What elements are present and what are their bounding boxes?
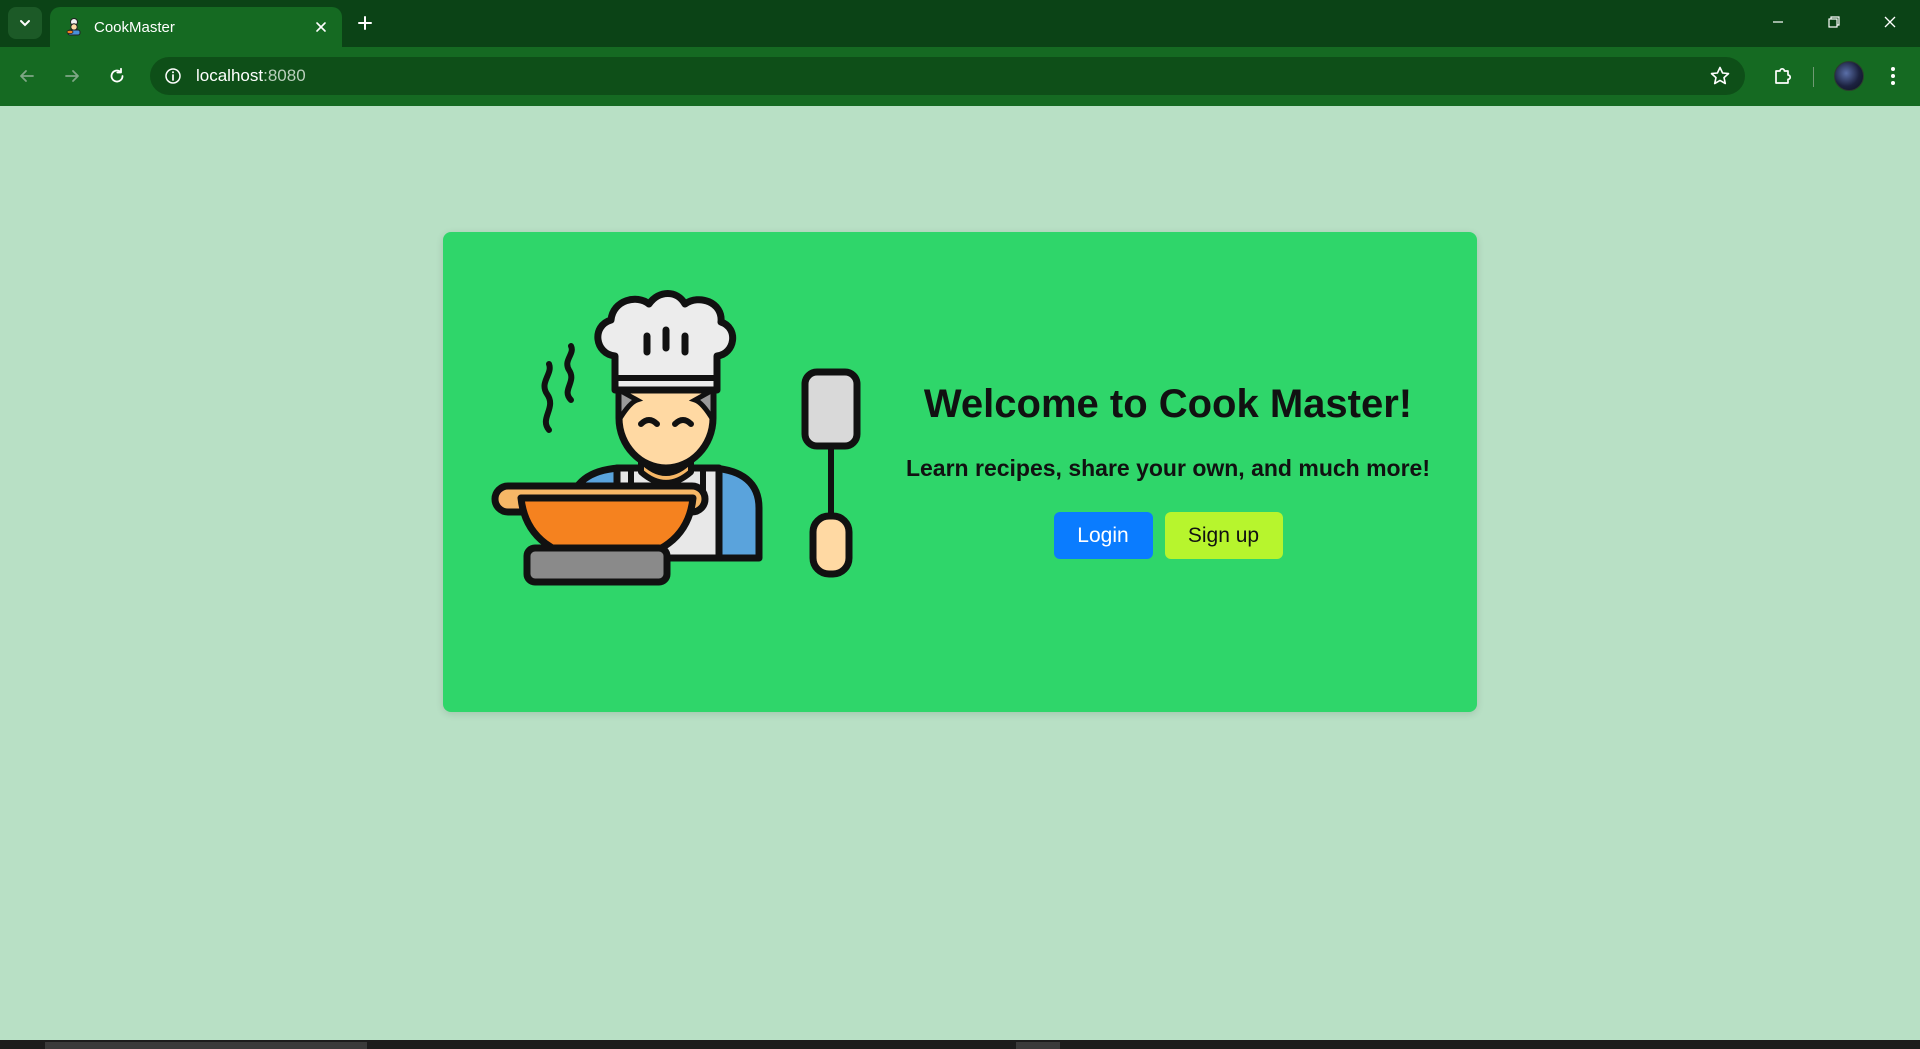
toolbar-divider bbox=[1813, 67, 1814, 87]
close-icon bbox=[1884, 16, 1896, 28]
new-tab-button[interactable] bbox=[350, 8, 380, 38]
address-bar[interactable]: localhost:8080 bbox=[150, 57, 1745, 95]
extensions-button[interactable] bbox=[1766, 59, 1800, 93]
kebab-menu-icon bbox=[1891, 67, 1895, 85]
reload-icon bbox=[110, 67, 124, 83]
forward-button[interactable] bbox=[55, 59, 89, 93]
minimize-button[interactable] bbox=[1750, 0, 1806, 44]
taskbar bbox=[0, 1040, 1920, 1049]
url-host: localhost bbox=[196, 66, 264, 85]
login-button[interactable]: Login bbox=[1053, 512, 1153, 559]
arrow-right-icon bbox=[65, 70, 79, 82]
profile-avatar[interactable] bbox=[1834, 61, 1864, 91]
browser-toolbar: localhost:8080 bbox=[0, 47, 1920, 106]
info-icon[interactable] bbox=[162, 65, 184, 87]
url-text: localhost:8080 bbox=[196, 66, 306, 86]
arrow-left-icon bbox=[20, 70, 34, 82]
browser-menu-button[interactable] bbox=[1876, 59, 1910, 93]
minimize-icon bbox=[1773, 21, 1783, 23]
hero-text-block: Welcome to Cook Master! Learn recipes, s… bbox=[883, 382, 1453, 559]
tab-title: CookMaster bbox=[94, 18, 175, 36]
page-subtitle: Learn recipes, share your own, and much … bbox=[905, 455, 1431, 481]
chef-icon bbox=[64, 17, 84, 37]
url-port: :8080 bbox=[263, 66, 306, 85]
page-title: Welcome to Cook Master! bbox=[923, 382, 1413, 426]
star-icon[interactable] bbox=[1709, 65, 1731, 87]
reload-button[interactable] bbox=[100, 59, 134, 93]
restore-button[interactable] bbox=[1806, 0, 1862, 44]
browser-tab-active[interactable]: CookMaster bbox=[50, 7, 342, 47]
auth-buttons: Login Sign up bbox=[883, 512, 1453, 559]
back-button[interactable] bbox=[10, 59, 44, 93]
close-icon bbox=[316, 22, 326, 32]
taskbar-item[interactable] bbox=[45, 1042, 367, 1049]
puzzle-icon bbox=[1775, 67, 1792, 84]
close-window-button[interactable] bbox=[1862, 0, 1918, 44]
taskbar-item[interactable] bbox=[1016, 1042, 1060, 1049]
restore-icon bbox=[1828, 16, 1840, 28]
welcome-card: Welcome to Cook Master! Learn recipes, s… bbox=[443, 232, 1477, 712]
signup-button[interactable]: Sign up bbox=[1164, 512, 1283, 559]
chef-cooking-illustration bbox=[491, 290, 861, 586]
browser-titlebar: CookMaster bbox=[0, 0, 1920, 47]
plus-icon bbox=[358, 16, 372, 30]
chevron-down-icon bbox=[20, 20, 30, 27]
tab-search-button[interactable] bbox=[8, 7, 42, 39]
tab-close-button[interactable] bbox=[310, 16, 332, 38]
